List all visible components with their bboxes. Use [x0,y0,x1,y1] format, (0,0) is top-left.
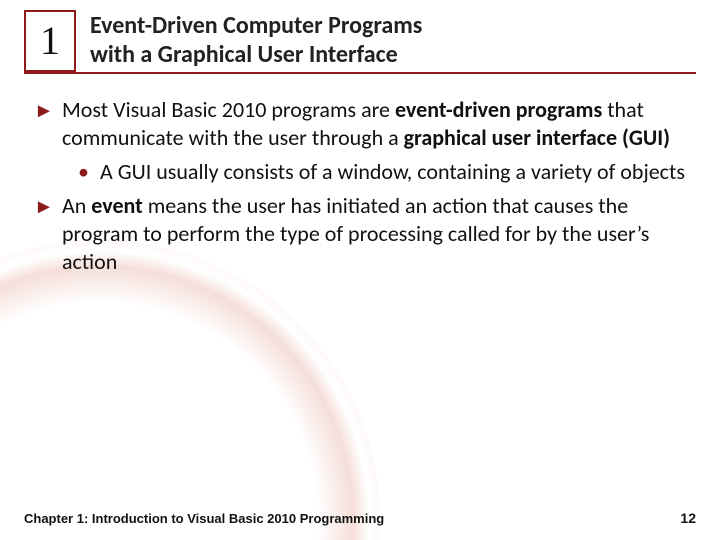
arrow-icon: ► [34,98,54,124]
slide-header: 1 Event-Driven Computer Programs with a … [0,0,720,74]
footer-chapter-label: Chapter 1: Introduction to Visual Basic … [24,511,384,526]
arrow-icon: ► [34,194,54,220]
title-line-2: with a Graphical User Interface [90,40,398,69]
title-row: 1 Event-Driven Computer Programs with a … [24,10,696,72]
title-line-1: Event-Driven Computer Programs [90,11,422,40]
bullet-2-text-a: An [62,192,91,219]
bullet-dot-icon: • [78,158,89,186]
bullet-1-sub-1: • A GUI usually consists of a window, co… [34,158,686,186]
slide-title: Event-Driven Computer Programs with a Gr… [90,10,422,72]
bullet-1-bold-1: event-driven programs [395,96,602,123]
slide-footer: Chapter 1: Introduction to Visual Basic … [0,510,720,526]
slide-body: ► Most Visual Basic 2010 programs are ev… [0,74,720,277]
slide: 1 Event-Driven Computer Programs with a … [0,0,720,540]
bullet-2-text-b: means the user has initiated an action t… [62,192,649,275]
background-decoration [0,240,380,540]
title-underline [24,72,696,74]
bullet-1: ► Most Visual Basic 2010 programs are ev… [34,96,686,152]
bullet-2-bold: event [91,192,142,219]
page-number: 12 [680,510,696,526]
chapter-number-box: 1 [24,10,76,72]
bullet-1-text-a: Most Visual Basic 2010 programs are [62,96,395,123]
bullet-2: ► An event means the user has initiated … [34,192,686,276]
bullet-1-sub-1-text: A GUI usually consists of a window, cont… [100,158,685,185]
bullet-1-bold-2: graphical user interface (GUI) [404,124,670,151]
chapter-number: 1 [40,17,60,64]
